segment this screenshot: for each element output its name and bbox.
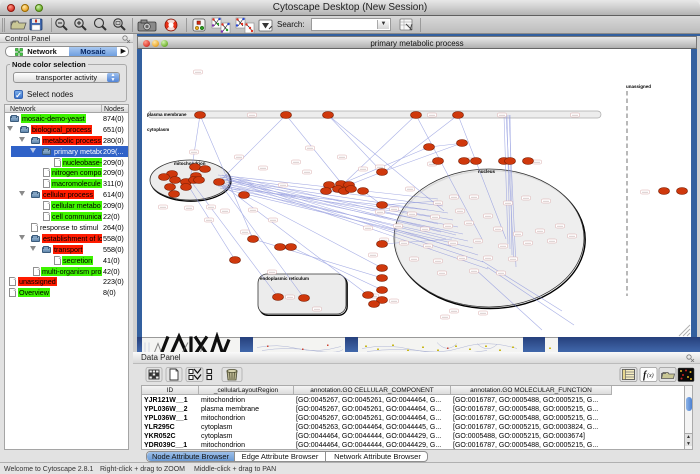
- svg-text:unassigned: unassigned: [626, 84, 651, 89]
- svg-text:endoplasmic reticulum: endoplasmic reticulum: [260, 276, 309, 281]
- svg-text:cytoplasm: cytoplasm: [147, 127, 169, 132]
- svg-text:nucleus: nucleus: [478, 169, 496, 174]
- svg-text:(x): (x): [647, 372, 654, 379]
- svg-text:plasma membrane: plasma membrane: [147, 112, 187, 117]
